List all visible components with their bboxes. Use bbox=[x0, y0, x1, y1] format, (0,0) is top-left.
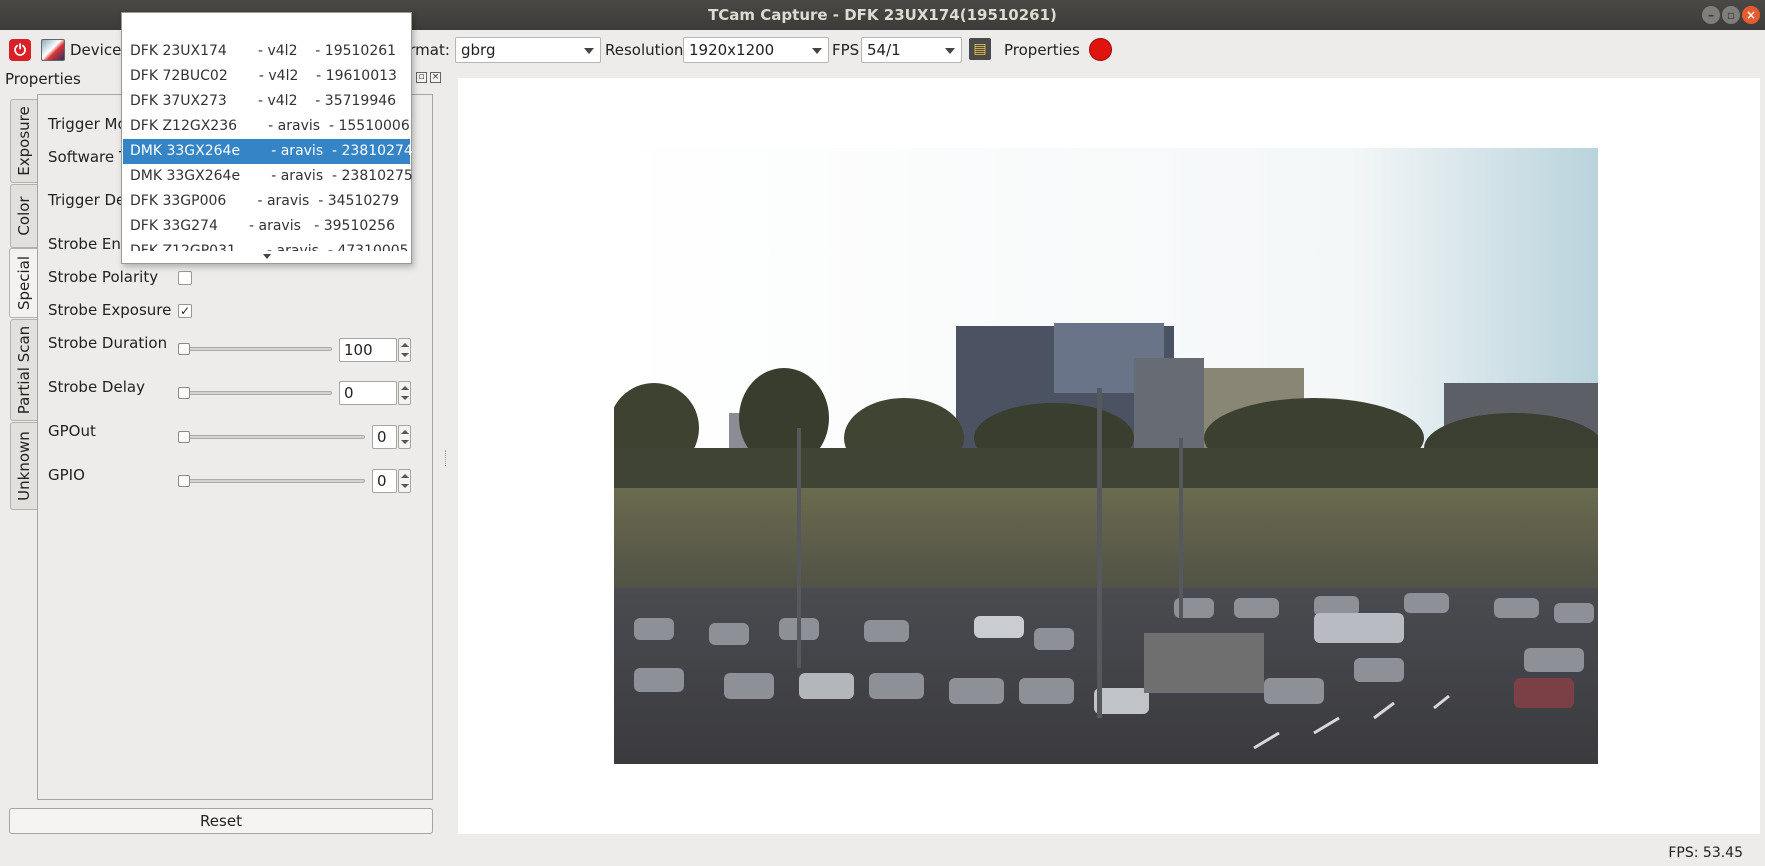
tab-unknown-label: Unknown bbox=[15, 431, 33, 501]
strobe-delay-stepper[interactable] bbox=[398, 381, 411, 405]
strobe-polarity-label: Strobe Polarity bbox=[48, 268, 159, 286]
gpout-spinbox[interactable]: 0 bbox=[372, 425, 397, 449]
device-option[interactable]: DFK 23UX174 - v4l2 - 19510261 bbox=[123, 39, 410, 64]
camera-live-image bbox=[614, 148, 1598, 764]
device-option[interactable]: DFK 33GP006 - aravis - 34510279 bbox=[123, 189, 410, 214]
strobe-duration-spinbox[interactable]: 100 bbox=[339, 338, 397, 362]
fps-status: FPS: 53.45 bbox=[1668, 845, 1743, 861]
device-option[interactable]: DFK 37UX273 - v4l2 - 35719946 bbox=[123, 89, 410, 114]
scroll-down-icon[interactable] bbox=[263, 254, 271, 259]
chevron-down-icon bbox=[812, 48, 822, 54]
device-option[interactable]: DMK 33GX264e - aravis - 23810275 bbox=[123, 164, 413, 189]
device-dropdown-list[interactable]: DFK 23UX174 - v4l2 - 19510261 DFK 72BUC0… bbox=[121, 12, 413, 264]
device-option[interactable]: DFK 33G274 - aravis - 39510256 bbox=[123, 214, 410, 239]
tab-exposure[interactable]: Exposure bbox=[10, 99, 37, 183]
resolution-combo[interactable]: 1920x1200 bbox=[683, 37, 829, 63]
gpio-stepper[interactable] bbox=[398, 469, 411, 493]
record-button[interactable] bbox=[1089, 38, 1112, 61]
float-dock-icon[interactable]: ▫ bbox=[416, 72, 427, 83]
gpio-slider-handle[interactable] bbox=[178, 475, 190, 487]
gpio-label: GPIO bbox=[48, 466, 85, 484]
minimize-button[interactable]: – bbox=[1702, 6, 1720, 24]
close-window-button[interactable]: × bbox=[1742, 6, 1760, 24]
format-combo[interactable]: gbrg bbox=[455, 37, 601, 63]
strobe-delay-spinbox[interactable]: 0 bbox=[339, 381, 397, 405]
fps-combo-value: 54/1 bbox=[867, 41, 901, 59]
strobe-delay-slider-handle[interactable] bbox=[178, 387, 190, 399]
tab-special[interactable]: Special bbox=[9, 248, 38, 318]
device-option[interactable]: DFK Z12GP031 - aravis - 47310005 bbox=[123, 239, 410, 251]
tab-color-label: Color bbox=[15, 196, 33, 236]
tab-partial-scan-label: Partial Scan bbox=[15, 325, 33, 415]
device-option-selected[interactable]: DMK 33GX264e - aravis - 23810274 bbox=[123, 139, 413, 164]
strobe-duration-label: Strobe Duration bbox=[48, 334, 168, 352]
strobe-exposure-label: Strobe Exposure bbox=[48, 301, 172, 319]
strobe-duration-slider[interactable] bbox=[180, 347, 332, 351]
gpio-spinbox[interactable]: 0 bbox=[372, 469, 397, 493]
fps-label: FPS: bbox=[832, 41, 865, 59]
chevron-down-icon bbox=[945, 48, 955, 54]
strobe-delay-label: Strobe Delay bbox=[48, 378, 145, 396]
close-dock-icon[interactable]: × bbox=[430, 72, 441, 83]
gpio-slider[interactable] bbox=[180, 479, 365, 483]
device-option[interactable]: DFK 72BUC02 - v4l2 - 19610013 bbox=[123, 64, 410, 89]
tab-exposure-label: Exposure bbox=[15, 106, 33, 176]
dock-title: Properties bbox=[5, 70, 81, 88]
status-bar: FPS: 53.45 bbox=[0, 840, 1765, 866]
strobe-exposure-checkbox[interactable]: ✓ bbox=[178, 304, 192, 318]
strobe-polarity-checkbox[interactable] bbox=[178, 271, 192, 285]
maximize-button[interactable]: ▫ bbox=[1722, 6, 1740, 24]
fps-combo[interactable]: 54/1 bbox=[861, 37, 962, 63]
gpout-stepper[interactable] bbox=[398, 425, 411, 449]
device-label: Device: bbox=[70, 41, 127, 59]
strobe-duration-slider-handle[interactable] bbox=[178, 343, 190, 355]
device-select-icon[interactable] bbox=[41, 39, 65, 61]
properties-button[interactable]: Properties bbox=[1004, 41, 1080, 59]
properties-icon[interactable]: ▤ bbox=[969, 38, 991, 60]
strobe-duration-stepper[interactable] bbox=[398, 338, 411, 362]
strobe-delay-slider[interactable] bbox=[180, 391, 332, 395]
format-combo-value: gbrg bbox=[461, 41, 496, 59]
gpout-slider-handle[interactable] bbox=[178, 431, 190, 443]
resolution-combo-value: 1920x1200 bbox=[689, 41, 775, 59]
tab-color[interactable]: Color bbox=[10, 184, 37, 248]
power-icon[interactable]: ⏻ bbox=[9, 39, 31, 61]
gpout-label: GPOut bbox=[48, 422, 96, 440]
dock-splitter-handle[interactable] bbox=[445, 450, 447, 466]
tab-partial-scan[interactable]: Partial Scan bbox=[10, 319, 37, 421]
reset-button[interactable]: Reset bbox=[9, 808, 433, 834]
device-option[interactable]: DFK Z12GX236 - aravis - 15510006 bbox=[123, 114, 410, 139]
tab-unknown[interactable]: Unknown bbox=[10, 422, 37, 510]
resolution-label: Resolution: bbox=[605, 41, 689, 59]
tab-special-label: Special bbox=[15, 255, 33, 311]
gpout-slider[interactable] bbox=[180, 435, 365, 439]
chevron-down-icon bbox=[584, 48, 594, 54]
